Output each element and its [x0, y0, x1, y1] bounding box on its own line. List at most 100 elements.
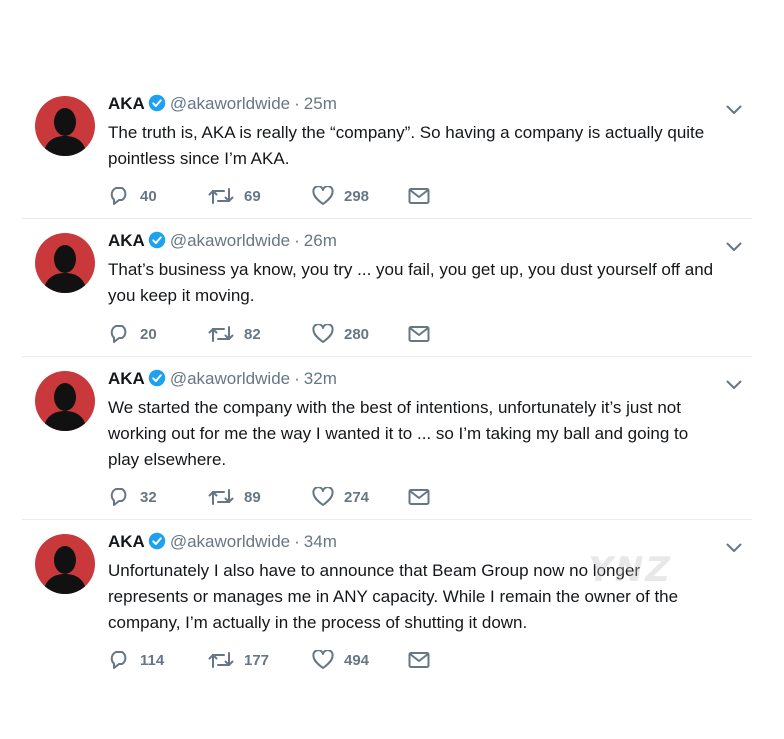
tweet-content: AKA @akaworldwide · 32m We started the comp…: [108, 368, 742, 473]
chevron-down-icon[interactable]: [726, 102, 742, 120]
retweet-icon: [208, 487, 234, 507]
reply-button[interactable]: 114: [108, 650, 208, 670]
tweet-text-line: Unfortunately I also have to announce th…: [108, 561, 641, 580]
tweet-text: Unfortunately I also have to announce th…: [108, 558, 742, 636]
envelope-icon: [408, 187, 430, 205]
display-name[interactable]: AKA: [108, 231, 145, 250]
reply-count: 20: [140, 325, 157, 343]
retweet-icon: [208, 650, 234, 670]
display-name[interactable]: AKA: [108, 94, 145, 113]
like-button[interactable]: 298: [312, 186, 408, 206]
envelope-icon: [408, 488, 430, 506]
avatar[interactable]: [35, 96, 95, 156]
tweet-actions: 32 89 274: [108, 487, 430, 507]
tweet[interactable]: AKA @akaworldwide · 32m We started the comp…: [22, 357, 752, 520]
tweet[interactable]: AKA @akaworldwide · 25m The truth is, AKA i…: [22, 82, 752, 219]
tweet-actions: 20 82 280: [108, 324, 430, 344]
separator: ·: [294, 369, 300, 388]
heart-icon: [312, 487, 334, 507]
display-name[interactable]: AKA: [108, 532, 145, 551]
tweet-text-line: We started the company with the best of …: [108, 398, 681, 417]
reply-count: 40: [140, 187, 157, 205]
tweet-text-line: working out for me the way I wanted it t…: [108, 424, 689, 443]
verified-badge-icon: [148, 532, 166, 556]
like-button[interactable]: 280: [312, 324, 408, 344]
chevron-down-icon[interactable]: [726, 377, 742, 395]
retweet-icon: [208, 186, 234, 206]
heart-icon: [312, 324, 334, 344]
user-handle[interactable]: @akaworldwide: [170, 94, 290, 113]
separator: ·: [294, 231, 300, 250]
user-handle[interactable]: @akaworldwide: [170, 369, 290, 388]
timestamp[interactable]: 34m: [304, 532, 337, 551]
like-count: 494: [344, 651, 370, 669]
heart-icon: [312, 186, 334, 206]
retweet-button[interactable]: 177: [208, 650, 312, 670]
tweet-text-line: represents or manages me in ANY capacity…: [108, 587, 679, 606]
like-count: 298: [344, 187, 370, 205]
envelope-icon: [408, 651, 430, 669]
direct-message-button[interactable]: [408, 651, 430, 669]
user-handle[interactable]: @akaworldwide: [170, 532, 290, 551]
reply-icon: [108, 324, 130, 344]
avatar[interactable]: [35, 534, 95, 594]
separator: ·: [294, 94, 300, 113]
tweet-text-line: play elsewhere.: [108, 450, 227, 469]
retweet-icon: [208, 324, 234, 344]
tweet[interactable]: AKA @akaworldwide · 34m Unfortunately I als…: [22, 520, 752, 690]
tweet-header: AKA @akaworldwide · 25m: [108, 93, 742, 118]
retweet-button[interactable]: 89: [208, 487, 312, 507]
tweet-text-line: That’s business ya know, you try ... you…: [108, 260, 714, 279]
direct-message-button[interactable]: [408, 187, 430, 205]
reply-button[interactable]: 32: [108, 487, 208, 507]
tweet-header: AKA @akaworldwide · 26m: [108, 230, 742, 255]
tweet[interactable]: AKA @akaworldwide · 26m That’s business ya …: [22, 219, 752, 357]
like-button[interactable]: 274: [312, 487, 408, 507]
tweet-header: AKA @akaworldwide · 34m: [108, 531, 742, 556]
display-name[interactable]: AKA: [108, 369, 145, 388]
avatar[interactable]: [35, 233, 95, 293]
retweet-count: 177: [244, 651, 270, 669]
timestamp[interactable]: 32m: [304, 369, 337, 388]
chevron-down-icon[interactable]: [726, 239, 742, 257]
tweet-content: AKA @akaworldwide · 25m The truth is, AKA i…: [108, 93, 742, 172]
reply-button[interactable]: 40: [108, 186, 208, 206]
tweet-text-line: The truth is, AKA is really the “company…: [108, 123, 705, 142]
retweet-button[interactable]: 82: [208, 324, 312, 344]
tweet-content: AKA @akaworldwide · 34m Unfortunately I als…: [108, 531, 742, 636]
reply-count: 32: [140, 488, 157, 506]
retweet-button[interactable]: 69: [208, 186, 312, 206]
tweet-text-line: company, I’m actually in the process of …: [108, 613, 528, 632]
user-handle[interactable]: @akaworldwide: [170, 231, 290, 250]
separator: ·: [294, 532, 300, 551]
tweet-header: AKA @akaworldwide · 32m: [108, 368, 742, 393]
retweet-count: 89: [244, 488, 261, 506]
verified-badge-icon: [148, 94, 166, 118]
timestamp[interactable]: 26m: [304, 231, 337, 250]
direct-message-button[interactable]: [408, 488, 430, 506]
reply-icon: [108, 650, 130, 670]
retweet-count: 69: [244, 187, 261, 205]
tweet-feed: AKA @akaworldwide · 25m The truth is, AKA i…: [22, 82, 752, 690]
heart-icon: [312, 650, 334, 670]
direct-message-button[interactable]: [408, 325, 430, 343]
like-count: 274: [344, 488, 370, 506]
envelope-icon: [408, 325, 430, 343]
like-button[interactable]: 494: [312, 650, 408, 670]
tweet-content: AKA @akaworldwide · 26m That’s business ya …: [108, 230, 742, 309]
tweet-text: We started the company with the best of …: [108, 395, 742, 473]
reply-count: 114: [140, 651, 165, 669]
tweet-actions: 40 69 298: [108, 186, 430, 206]
verified-badge-icon: [148, 369, 166, 393]
retweet-count: 82: [244, 325, 261, 343]
chevron-down-icon[interactable]: [726, 540, 742, 558]
avatar[interactable]: [35, 371, 95, 431]
verified-badge-icon: [148, 231, 166, 255]
timestamp[interactable]: 25m: [304, 94, 337, 113]
like-count: 280: [344, 325, 370, 343]
reply-button[interactable]: 20: [108, 324, 208, 344]
tweet-text-line: you keep it moving.: [108, 286, 255, 305]
tweet-text-line: pointless since I’m AKA.: [108, 149, 290, 168]
tweet-text: The truth is, AKA is really the “company…: [108, 120, 742, 172]
reply-icon: [108, 487, 130, 507]
